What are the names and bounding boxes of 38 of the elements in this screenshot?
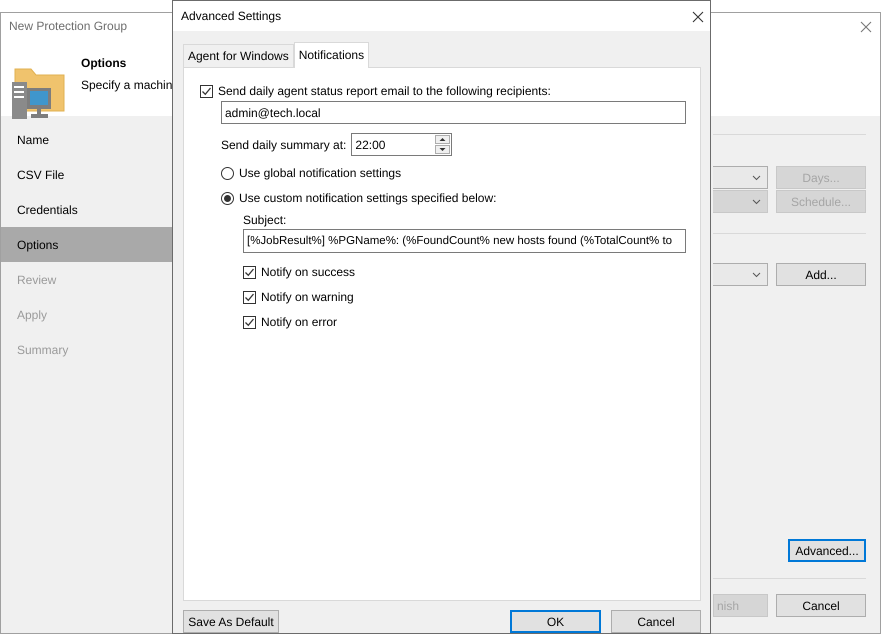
caret-icon xyxy=(752,174,761,180)
dialog-title: Advanced Settings xyxy=(181,8,282,25)
time-value: 22:00 xyxy=(355,136,386,154)
checkbox[interactable] xyxy=(200,84,213,98)
radio-button[interactable] xyxy=(221,192,234,204)
ok-button[interactable]: OK xyxy=(510,610,601,633)
recipients-field[interactable]: admin@tech.local xyxy=(221,101,686,124)
checkbox[interactable] xyxy=(243,316,256,328)
checkbox[interactable] xyxy=(243,290,256,304)
subject-label: Subject: xyxy=(243,212,288,229)
window-title: New Protection Group xyxy=(9,18,128,35)
save-as-default-button[interactable]: Save As Default xyxy=(183,610,279,633)
subject-field[interactable]: [%JobResult%] %PGName%: (%FoundCount% new hosts found (%TotalCount% to xyxy=(243,229,686,253)
spin-arrows-icon[interactable] xyxy=(435,134,450,154)
summary-time-label: Send daily summary at: xyxy=(221,136,346,154)
wizard-step[interactable]: Name xyxy=(1,122,173,157)
checkbox-label: Notify on error xyxy=(261,314,338,331)
checkbox-label: Notify on warning xyxy=(261,289,354,306)
radio-label: Use custom notification settings specified below: xyxy=(239,190,496,207)
radio-label: Use global notification settings xyxy=(239,165,402,182)
wizard-step[interactable]: CSV File xyxy=(1,157,173,192)
settings-button[interactable]: Add... xyxy=(776,263,866,286)
wizard-step[interactable]: Credentials xyxy=(1,192,173,227)
advanced-button[interactable]: Advanced... xyxy=(788,539,866,562)
checkbox[interactable] xyxy=(243,266,256,278)
time-spinner[interactable]: 22:00 xyxy=(351,133,452,156)
tab[interactable]: Notifications xyxy=(294,42,370,68)
cancel-button[interactable]: Cancel xyxy=(776,594,866,617)
wizard-step[interactable]: Options xyxy=(1,227,173,262)
caret-icon xyxy=(752,272,761,278)
radio-button[interactable] xyxy=(221,166,234,180)
checkbox-label: Send daily agent status report email to the following recipients: xyxy=(218,83,551,100)
tab[interactable]: Agent for Windows xyxy=(183,44,294,67)
checkbox-label: Notify on success xyxy=(261,264,356,281)
caret-icon xyxy=(752,198,761,204)
cancel-button[interactable]: Cancel xyxy=(611,610,701,633)
header-subtitle: Specify a machin xyxy=(81,77,172,94)
header-title: Options xyxy=(81,55,128,72)
